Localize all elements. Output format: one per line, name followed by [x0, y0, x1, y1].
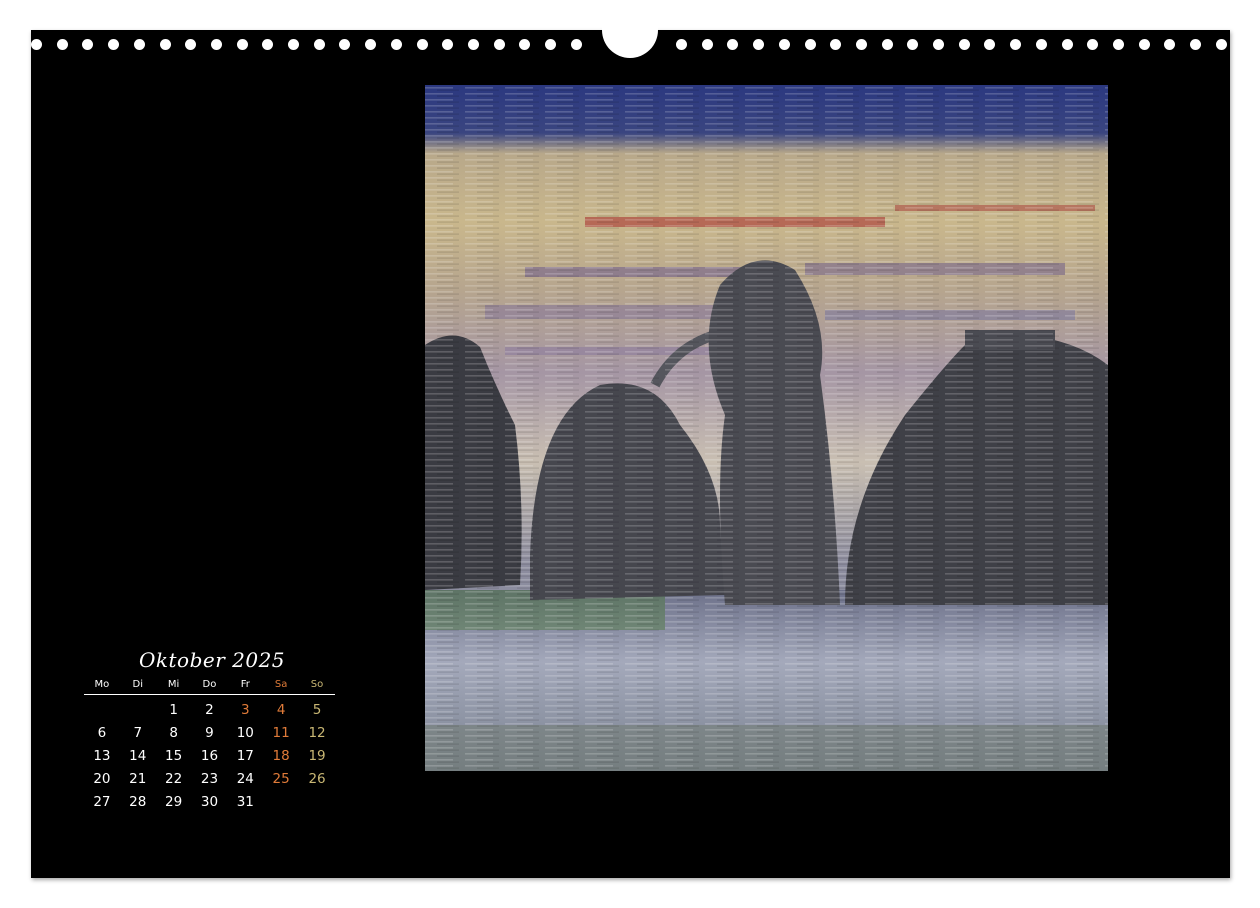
binding-hole: [1035, 39, 1047, 50]
day-cell: 9: [205, 724, 214, 741]
day-cell: 14: [129, 747, 147, 764]
day-cell: 31: [236, 793, 254, 810]
weekday-label: Sa: [263, 676, 300, 695]
week-row: 13 14 15 16 17 18 19: [84, 744, 335, 767]
binding-hole: [778, 39, 790, 50]
day-cell: 2: [205, 701, 214, 718]
binding-hole: [804, 39, 816, 50]
day-cell: 11: [272, 724, 290, 741]
day-cell: 24: [236, 770, 254, 787]
binding-hole: [31, 39, 42, 50]
day-cell: [263, 790, 299, 813]
binding-hole: [519, 39, 531, 50]
day-cell: [299, 790, 335, 813]
binding-hole: [159, 39, 171, 50]
day-cell: 1: [169, 701, 178, 718]
month-title: Oktober 2025: [138, 648, 286, 672]
weekday-label: Fr: [227, 676, 264, 695]
binding-hole: [262, 39, 274, 50]
binding-hole: [907, 39, 919, 50]
day-cell: 18: [272, 747, 290, 764]
day-cell: 26: [308, 770, 326, 787]
day-cell: 15: [165, 747, 183, 764]
weeks-body: 1 2 3 4 5 6 7 8 9 10 11 12 13 14 15 16 17 18 19 20 21 22 23 24 2…: [84, 695, 335, 814]
binding-hole: [1138, 39, 1150, 50]
day-cell: 21: [129, 770, 147, 787]
binding-hole: [1087, 39, 1099, 50]
day-cell: 23: [200, 770, 219, 787]
binding-hole: [984, 39, 996, 50]
binding-hole: [881, 39, 893, 50]
binding-hole: [570, 39, 582, 50]
weekday-label: So: [299, 676, 335, 695]
calendar-page: Oktober 2025 Mo Di Mi Do Fr Sa So 1 2 3 4 5 6 7 8 9 10 1…: [31, 27, 1230, 878]
binding-hole: [1010, 39, 1022, 50]
binding-hole: [1112, 39, 1124, 50]
binding-hole: [727, 39, 739, 50]
binding-hole: [390, 39, 402, 50]
day-cell: [84, 695, 120, 722]
binding-hole: [339, 39, 351, 50]
binding-hole: [855, 39, 867, 50]
binding-hole: [185, 39, 197, 50]
binding-hole: [1164, 39, 1176, 50]
binding-hole: [108, 39, 120, 50]
day-cell: 10: [236, 724, 254, 741]
day-cell: 27: [93, 793, 111, 810]
day-cell: 30: [200, 793, 219, 810]
day-cell: 29: [165, 793, 183, 810]
week-row: 1 2 3 4 5: [84, 695, 335, 722]
binding-hole: [933, 39, 944, 50]
day-cell: 17: [236, 747, 254, 764]
month-calendar: Oktober 2025 Mo Di Mi Do Fr Sa So 1 2 3 4 5 6 7 8 9 10 1…: [79, 644, 335, 813]
day-cell: [120, 695, 156, 722]
weekday-header-row: Mo Di Mi Do Fr Sa So: [84, 676, 335, 695]
binding-hole: [365, 39, 377, 50]
day-cell: 6: [97, 724, 107, 741]
binding-hole: [753, 39, 765, 50]
binding-hole: [288, 39, 299, 50]
day-cell: 25: [272, 770, 290, 787]
day-cell: 22: [165, 770, 183, 787]
binding-hole: [1190, 39, 1201, 50]
binding-hole: [545, 39, 556, 50]
day-cell: 20: [93, 770, 111, 787]
day-cell: 13: [93, 747, 111, 764]
binding-hole: [313, 39, 325, 50]
day-cell: 16: [200, 747, 219, 764]
weekday-label: Do: [191, 676, 228, 695]
binding-hole: [467, 39, 479, 50]
binding-hole: [416, 39, 428, 50]
weekday-label: Mi: [155, 676, 192, 695]
day-cell: 19: [308, 747, 326, 764]
binding-hole: [830, 39, 842, 50]
binding-hole: [442, 39, 454, 50]
week-row: 20 21 22 23 24 25 26: [84, 767, 335, 790]
binding-hole: [958, 39, 970, 50]
day-cell: 12: [308, 724, 326, 741]
binding-hole: [676, 39, 687, 50]
week-row: 6 7 8 9 10 11 12: [84, 721, 335, 744]
binding-hole: [701, 39, 713, 50]
binding-hole: [133, 39, 145, 50]
day-cell: 3: [241, 701, 250, 718]
binding-hole: [493, 39, 505, 50]
day-cell: 5: [312, 701, 322, 718]
day-cell: 28: [129, 793, 147, 810]
binding-hole: [210, 39, 222, 50]
binding-hole: [56, 39, 68, 50]
week-row: 27 28 29 30 31: [84, 790, 335, 813]
binding-hole: [82, 39, 94, 50]
weekday-label: Mo: [84, 676, 120, 695]
day-cell: 4: [276, 701, 286, 718]
weekday-label: Di: [119, 676, 156, 695]
binding-hole: [236, 39, 248, 50]
day-cell: 8: [169, 724, 178, 741]
rock-formation-painting-icon: [425, 85, 1108, 771]
painting-rock-formation: [425, 85, 1108, 771]
calendar-grid: Mo Di Mi Do Fr Sa So 1 2 3 4 5 6 7 8 9 10 11 12 13 14 15 16 17…: [84, 676, 335, 813]
binding-hole: [1061, 39, 1073, 50]
day-cell: 7: [133, 724, 143, 741]
binding-hole: [1215, 39, 1227, 50]
